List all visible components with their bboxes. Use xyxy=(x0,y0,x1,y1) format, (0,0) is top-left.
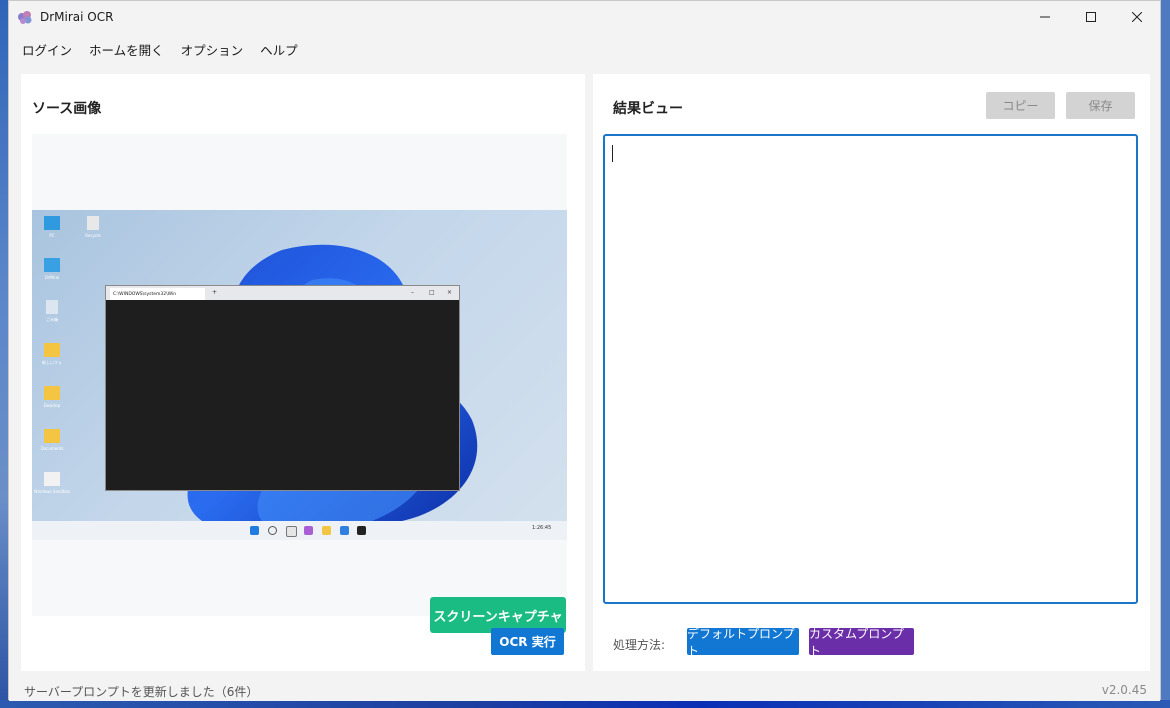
close-icon xyxy=(1132,11,1142,22)
terminal-tab: C:\WINDOWS\system32\Win xyxy=(110,288,205,300)
task-view-icon xyxy=(286,526,297,537)
status-message: サーバープロンプトを更新しました（6件） xyxy=(24,685,259,699)
terminal-titlebar: C:\WINDOWS\system32\Win + – □ × xyxy=(106,286,459,300)
desktop-app-icon xyxy=(44,472,60,486)
maximize-button[interactable] xyxy=(1068,1,1114,32)
main-content: ソース画像 PC Recycle DrMirai ごみ箱 新しいフォ Deskt… xyxy=(9,66,1160,673)
desktop-drmirai-icon xyxy=(44,258,60,272)
custom-prompt-button[interactable]: カスタムプロンプト xyxy=(809,627,914,658)
taskbar-app-icon xyxy=(304,526,313,535)
terminal-close-icon: × xyxy=(447,289,453,296)
desktop-icon-label: DrMirai xyxy=(44,275,60,280)
desktop-icon-label: Windows Sandbox xyxy=(33,489,71,494)
captured-screenshot: PC Recycle DrMirai ごみ箱 新しいフォ Desktop Doc… xyxy=(32,210,567,540)
desktop-icon-label: 新しいフォ xyxy=(42,360,62,365)
taskbar-store-icon xyxy=(340,526,349,535)
tray-clock: 1:26:45 xyxy=(532,525,552,531)
desktop-folder-icon xyxy=(44,386,60,400)
run-ocr-button[interactable]: OCR 実行 xyxy=(491,628,564,655)
desktop-icon-label: Documents xyxy=(40,446,64,451)
default-prompt-button[interactable]: デフォルトプロンプト xyxy=(687,627,799,658)
source-image-area[interactable]: PC Recycle DrMirai ごみ箱 新しいフォ Desktop Doc… xyxy=(32,134,567,633)
processing-method-label: 処理方法: xyxy=(613,638,666,652)
screenshot-terminal-window: C:\WINDOWS\system32\Win + – □ × xyxy=(105,285,460,491)
terminal-maximize-icon: □ xyxy=(429,289,435,296)
file-explorer-icon xyxy=(322,526,331,535)
app-window: DrMirai OCR ログイン ホームを開く オプション ヘルプ ソース画像 xyxy=(8,0,1161,701)
menu-options[interactable]: オプション xyxy=(181,40,244,59)
desktop-folder-icon xyxy=(44,343,60,357)
terminal-icon xyxy=(357,526,366,535)
terminal-new-tab-icon: + xyxy=(212,289,218,296)
terminal-minimize-icon: – xyxy=(411,289,414,296)
result-view-panel: 結果ビュー コピー 保存 処理方法: デフォルトプロンプト カスタムプロンプト xyxy=(593,74,1150,671)
menu-help[interactable]: ヘルプ xyxy=(260,40,298,59)
start-icon xyxy=(250,526,259,535)
menu-bar: ログイン ホームを開く オプション ヘルプ xyxy=(9,32,1160,66)
desktop-icon-label: Desktop xyxy=(43,403,61,408)
desktop-folder-icon xyxy=(44,429,60,443)
text-caret xyxy=(612,145,613,162)
search-icon xyxy=(268,526,277,535)
menu-login[interactable]: ログイン xyxy=(22,40,72,59)
source-image-title: ソース画像 xyxy=(32,101,102,117)
window-title: DrMirai OCR xyxy=(40,9,114,24)
result-textarea[interactable] xyxy=(603,134,1138,604)
result-view-title: 結果ビュー xyxy=(613,101,683,117)
minimize-icon xyxy=(1040,16,1050,17)
close-button[interactable] xyxy=(1114,1,1160,32)
title-bar[interactable]: DrMirai OCR xyxy=(9,1,1160,32)
desktop-icon-label: PC xyxy=(49,233,55,238)
screenshot-taskbar: 1:26:45 xyxy=(32,521,567,540)
desktop-pc-icon xyxy=(44,216,60,230)
desktop-icon-label: Recycle xyxy=(85,233,101,238)
copy-button[interactable]: コピー xyxy=(986,92,1055,119)
maximize-icon xyxy=(1086,11,1096,22)
menu-open-home[interactable]: ホームを開く xyxy=(89,40,164,59)
desktop-icon-label: ごみ箱 xyxy=(46,317,58,322)
save-button[interactable]: 保存 xyxy=(1066,92,1135,119)
status-bar: サーバープロンプトを更新しました（6件） v2.0.45 xyxy=(9,673,1160,701)
app-logo-icon xyxy=(18,10,32,24)
desktop-background-bottom xyxy=(0,700,1170,708)
desktop-file-icon xyxy=(87,216,99,230)
desktop-background-right xyxy=(1160,0,1170,708)
version-label: v2.0.45 xyxy=(1101,683,1147,697)
source-image-panel: ソース画像 PC Recycle DrMirai ごみ箱 新しいフォ Deskt… xyxy=(21,74,585,671)
window-controls xyxy=(1022,1,1160,32)
recycle-bin-icon xyxy=(46,300,58,314)
minimize-button[interactable] xyxy=(1022,1,1068,32)
